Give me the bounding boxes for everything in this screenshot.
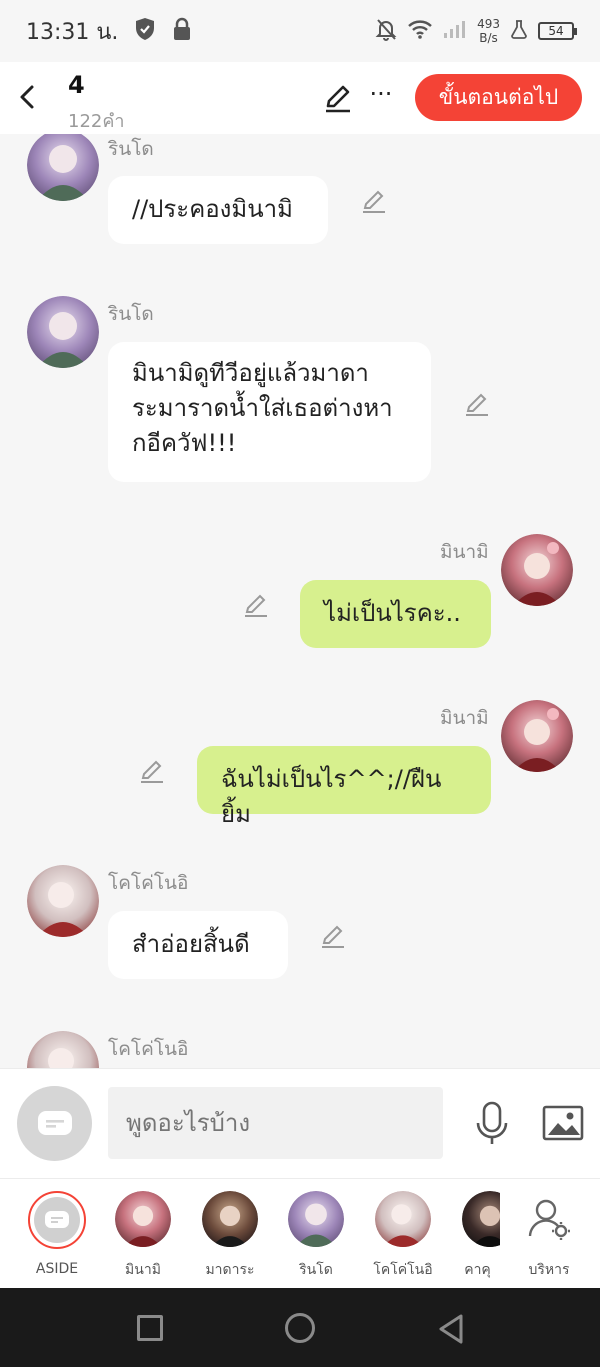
edit-message-icon[interactable] bbox=[319, 922, 347, 950]
chat-bubble-icon bbox=[45, 1211, 69, 1228]
character-kokonoi[interactable]: โคโค่โนอิ bbox=[368, 1191, 438, 1281]
back-button[interactable] bbox=[14, 82, 42, 112]
lock-icon bbox=[172, 17, 192, 45]
avatar[interactable] bbox=[27, 865, 99, 937]
flask-icon bbox=[510, 19, 528, 43]
message-input[interactable] bbox=[108, 1087, 443, 1159]
home-button[interactable] bbox=[285, 1313, 315, 1343]
character-name: มินามิ bbox=[125, 1262, 161, 1278]
pencil-icon bbox=[326, 85, 350, 113]
character-name: มาดาระ bbox=[205, 1262, 255, 1278]
microphone-button[interactable] bbox=[474, 1101, 510, 1147]
chapter-header: 4 122คำ ··· ขั้นตอนต่อไป bbox=[0, 62, 600, 134]
nav-back-button[interactable] bbox=[436, 1313, 466, 1345]
character-name: บริหาร bbox=[528, 1262, 570, 1278]
edit-message-icon[interactable] bbox=[242, 591, 270, 619]
next-step-button[interactable]: ขั้นตอนต่อไป bbox=[415, 74, 582, 121]
sender-name: โคโค่โนอิ bbox=[108, 1038, 189, 1060]
avatar[interactable] bbox=[501, 700, 573, 772]
avatar bbox=[375, 1191, 431, 1247]
status-bar-left: 13:31 น. bbox=[26, 14, 192, 49]
message-input-bar bbox=[0, 1068, 600, 1178]
character-kakucho[interactable]: คาคุ bbox=[455, 1191, 500, 1281]
system-nav-bar bbox=[0, 1288, 600, 1367]
wifi-icon bbox=[407, 18, 433, 44]
recents-button[interactable] bbox=[137, 1315, 163, 1341]
avatar bbox=[462, 1191, 500, 1247]
manage-characters-button[interactable]: บริหาร bbox=[514, 1191, 584, 1281]
sender-name: มินามิ bbox=[440, 541, 489, 563]
net-speed-value: 493 bbox=[477, 17, 500, 31]
sender-name: รินโด bbox=[108, 303, 154, 325]
character-name: โคโค่โนอิ bbox=[373, 1262, 433, 1278]
sender-name: โคโค่โนอิ bbox=[108, 872, 189, 894]
battery-icon: 54 bbox=[538, 22, 577, 40]
message-bubble[interactable]: ไม่เป็นไรคะ.. bbox=[300, 580, 491, 648]
avatar bbox=[115, 1191, 171, 1247]
net-speed: 493 B/s bbox=[477, 17, 500, 45]
microphone-icon bbox=[476, 1101, 508, 1144]
avatar[interactable] bbox=[27, 1031, 99, 1068]
edit-message-icon[interactable] bbox=[463, 390, 491, 418]
signal-icon bbox=[443, 19, 467, 43]
avatar bbox=[288, 1191, 344, 1247]
net-speed-unit: B/s bbox=[479, 31, 498, 45]
message-bubble[interactable]: //ประคองมินามิ bbox=[108, 176, 328, 244]
image-button[interactable] bbox=[542, 1105, 584, 1141]
message-bubble[interactable]: ฉันไม่เป็นไร^^;//ฝืนยิ้ม bbox=[197, 746, 491, 828]
chevron-left-icon bbox=[20, 85, 34, 109]
chat-bubble-icon bbox=[37, 1110, 72, 1135]
edit-message-icon[interactable] bbox=[138, 757, 166, 785]
sender-name: มินามิ bbox=[440, 707, 489, 729]
status-time: 13:31 น. bbox=[26, 19, 119, 45]
chat-area[interactable]: รินโด //ประคองมินามิ รินโด มินามิดูทีวีอ… bbox=[0, 134, 600, 1068]
shield-icon bbox=[134, 17, 156, 45]
bell-off-icon bbox=[375, 17, 397, 45]
status-bar: 13:31 น. 493 B/s 54 bbox=[0, 0, 600, 62]
avatar bbox=[202, 1191, 258, 1247]
avatar[interactable] bbox=[27, 296, 99, 368]
word-count: 122คำ bbox=[68, 111, 125, 132]
edit-button[interactable] bbox=[322, 82, 354, 114]
message-bubble[interactable]: สำอ่อยสิ้นดี bbox=[108, 911, 288, 979]
message-line: มินามิดูทีวีอยู่แล้วมาดา bbox=[132, 359, 369, 387]
person-settings-icon bbox=[521, 1191, 577, 1247]
character-name: คาคุ bbox=[464, 1262, 491, 1278]
edit-message-icon[interactable] bbox=[360, 187, 388, 215]
character-madara[interactable]: มาดาระ bbox=[195, 1191, 265, 1281]
message-bubble[interactable]: มินามิดูทีวีอยู่แล้วมาดา ระมาราดน้ำใส่เธ… bbox=[108, 342, 431, 482]
character-minami[interactable]: มินามิ bbox=[108, 1191, 178, 1281]
image-icon bbox=[542, 1105, 584, 1141]
message-line: ระมาราดน้ำใส่เธอต่างหา bbox=[132, 394, 393, 422]
character-name: รินโด bbox=[299, 1262, 333, 1278]
character-rindo[interactable]: รินโด bbox=[281, 1191, 351, 1281]
message-line: กอีควัฟ!!! bbox=[132, 429, 237, 457]
character-bar: ASIDE มินามิ มาดาระ รินโด โคโค่โนอิ คาคุ bbox=[0, 1178, 600, 1288]
chapter-number: 4 bbox=[68, 71, 85, 99]
avatar[interactable] bbox=[501, 534, 573, 606]
status-bar-right: 493 B/s 54 bbox=[375, 17, 577, 45]
avatar[interactable] bbox=[27, 134, 99, 201]
aside-toggle-button[interactable] bbox=[17, 1086, 92, 1161]
triangle-back-icon bbox=[439, 1314, 463, 1344]
aside-avatar bbox=[28, 1191, 86, 1249]
character-name: ASIDE bbox=[35, 1261, 79, 1277]
sender-name: รินโด bbox=[108, 138, 154, 160]
character-aside[interactable]: ASIDE bbox=[22, 1191, 92, 1277]
more-options-button[interactable]: ··· bbox=[368, 80, 394, 110]
